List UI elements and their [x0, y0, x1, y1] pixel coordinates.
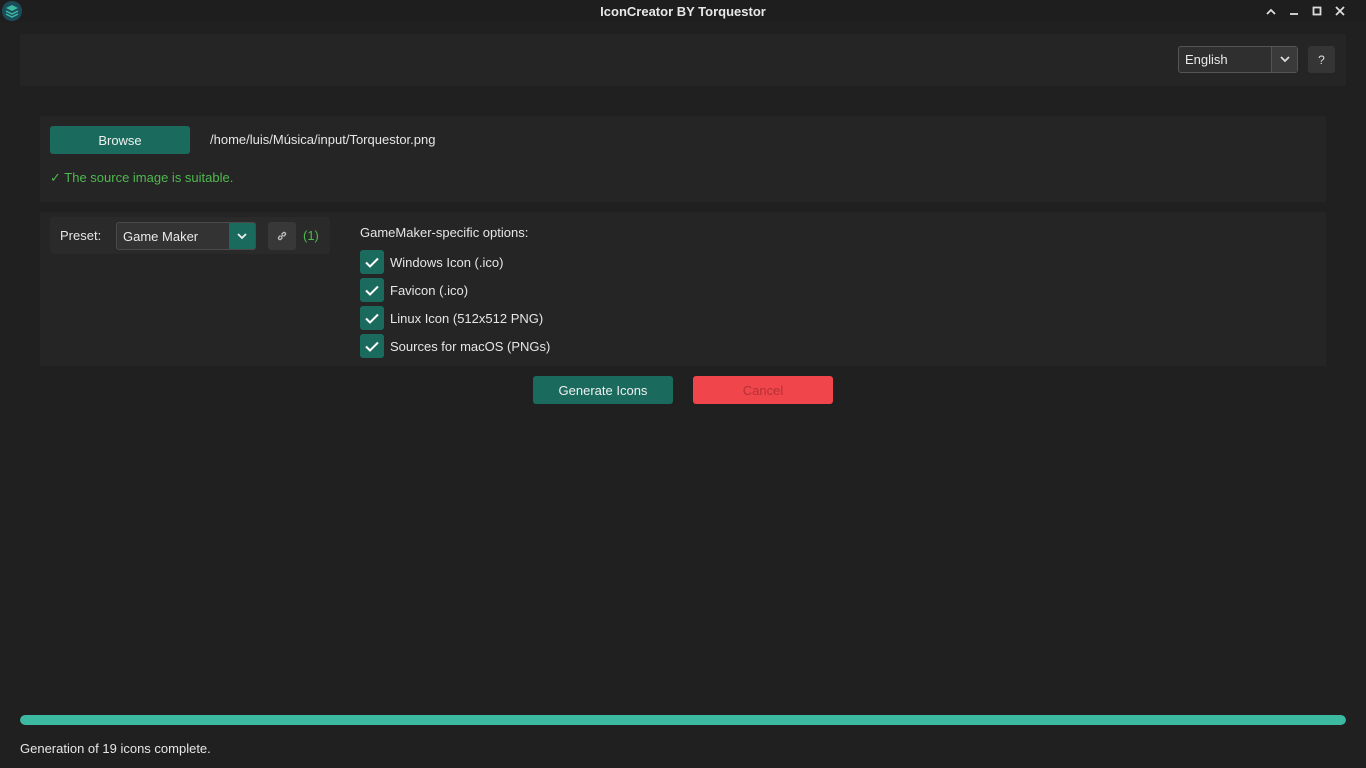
source-file-path: /home/luis/Música/input/Torquestor.png — [210, 132, 436, 147]
preset-count-badge: (1) — [303, 228, 319, 243]
browse-button[interactable]: Browse — [50, 126, 190, 154]
option-label: Linux Icon (512x512 PNG) — [390, 310, 544, 326]
source-image-panel: Browse /home/luis/Música/input/Torquesto… — [40, 116, 1326, 202]
minimize-icon[interactable] — [1288, 5, 1300, 17]
chevron-down-icon[interactable] — [1271, 47, 1297, 72]
option-windows-icon[interactable]: Windows Icon (.ico) — [360, 250, 503, 274]
checkbox-checked-icon[interactable] — [360, 278, 384, 302]
help-button[interactable]: ? — [1308, 46, 1335, 73]
preset-group: Preset: Game Maker (1) — [50, 217, 330, 254]
checkbox-checked-icon[interactable] — [360, 306, 384, 330]
app-logo-icon — [2, 1, 22, 21]
gamemaker-options-title: GameMaker-specific options: — [360, 225, 529, 240]
language-select-value: English — [1185, 52, 1228, 67]
link-preset-button[interactable] — [268, 222, 296, 250]
checkbox-checked-icon[interactable] — [360, 250, 384, 274]
status-message: Generation of 19 icons complete. — [20, 741, 211, 756]
progress-bar — [20, 715, 1346, 725]
source-status-message: ✓ The source image is suitable. — [50, 170, 234, 185]
preset-label: Preset: — [60, 228, 102, 243]
checkbox-checked-icon[interactable] — [360, 334, 384, 358]
window-title: IconCreator BY Torquestor — [600, 3, 766, 19]
chevron-down-icon[interactable] — [229, 223, 255, 249]
maximize-chevron-icon[interactable] — [1265, 5, 1277, 17]
close-icon[interactable] — [1334, 5, 1346, 17]
language-select[interactable]: English — [1178, 46, 1298, 73]
restore-icon[interactable] — [1311, 5, 1323, 17]
cancel-button[interactable]: Cancel — [693, 376, 833, 404]
link-icon — [277, 231, 287, 241]
option-favicon[interactable]: Favicon (.ico) — [360, 278, 468, 302]
window-controls — [1265, 0, 1346, 22]
option-label: Favicon (.ico) — [390, 282, 469, 298]
option-label: Windows Icon (.ico) — [390, 254, 504, 270]
top-toolbar: English ? — [20, 34, 1346, 86]
preset-select[interactable]: Game Maker — [116, 222, 256, 250]
option-label: Sources for macOS (PNGs) — [390, 338, 551, 354]
options-panel: Preset: Game Maker (1) GameMaker-specifi… — [40, 212, 1326, 366]
option-linux-icon[interactable]: Linux Icon (512x512 PNG) — [360, 306, 543, 330]
generate-icons-button[interactable]: Generate Icons — [533, 376, 673, 404]
preset-select-value: Game Maker — [123, 228, 199, 244]
option-macos-sources[interactable]: Sources for macOS (PNGs) — [360, 334, 550, 358]
progress-bar-fill — [20, 715, 1346, 725]
title-bar: IconCreator BY Torquestor — [0, 0, 1366, 22]
